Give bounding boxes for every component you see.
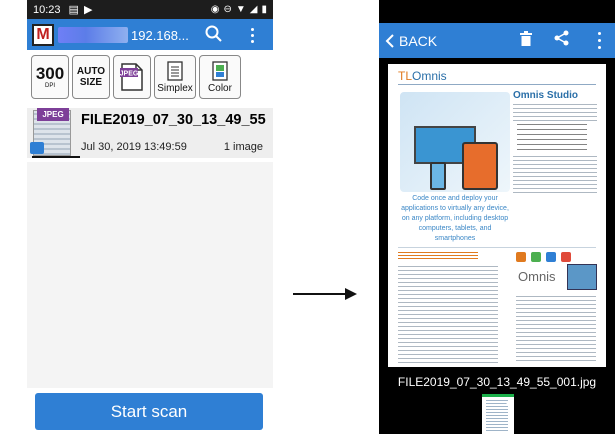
arrow-right-icon xyxy=(293,288,357,300)
overflow-menu-icon[interactable] xyxy=(596,32,602,49)
trash-icon[interactable] xyxy=(520,31,532,46)
status-time: 10:23 xyxy=(33,3,61,16)
overflow-menu-icon[interactable] xyxy=(247,25,257,45)
format-label: JPEG xyxy=(120,71,139,78)
page-number: 1 xyxy=(506,396,512,406)
scanned-document-preview: TLOmnis Omnis Studio Code once and deplo… xyxy=(388,64,606,367)
play-icon: ▶ xyxy=(83,4,93,16)
doc-rule xyxy=(398,84,596,85)
tablet-illustration xyxy=(462,142,498,190)
color-mode-button[interactable]: Color xyxy=(199,55,241,99)
annotation-line xyxy=(32,156,80,158)
dpi-unit: DPI xyxy=(44,83,55,89)
app-bar: M 192.168... xyxy=(27,19,273,50)
single-page-icon xyxy=(167,60,183,81)
status-bar: 10:23 ▤ ▶ ◉ ⊖ ▼ ◢ ▮ xyxy=(27,0,273,19)
scanner-address[interactable]: 192.168... xyxy=(58,25,189,45)
folder-icon xyxy=(30,142,44,154)
dnd-icon: ⊖ xyxy=(223,4,232,15)
doc-brand-name: Omnis xyxy=(412,69,447,83)
dpi-value: 300 xyxy=(35,64,65,83)
doc-body-text xyxy=(513,156,597,196)
color-page-icon xyxy=(212,60,228,81)
screenshot-stage: 10:23 ▤ ▶ ◉ ⊖ ▼ ◢ ▮ M 192.168... 300 DPI… xyxy=(0,0,615,434)
battery-icon: ▮ xyxy=(261,4,267,15)
start-scan-button[interactable]: Start scan xyxy=(35,393,263,430)
doc-left-column-text xyxy=(398,266,498,364)
doc-product-box xyxy=(567,264,597,290)
signal-icon: ◢ xyxy=(249,4,258,15)
scanned-file-item[interactable]: JPEG FILE2019_07_30_13_49_55 Jul 30, 201… xyxy=(27,108,273,158)
doc-brand: TLOmnis xyxy=(398,69,447,83)
file-name: FILE2019_07_30_13_49_55 xyxy=(81,112,266,128)
chevron-left-icon xyxy=(385,33,394,48)
scanner-address-text: 192.168... xyxy=(131,27,189,43)
file-date: Jul 30, 2019 13:49:59 xyxy=(81,141,187,153)
file-format-button[interactable]: JPEG xyxy=(113,55,151,99)
color-label: Color xyxy=(208,82,232,94)
doc-omnis-logo: Omnis xyxy=(518,269,556,284)
doc-icons-row xyxy=(516,252,596,264)
doc-rule-2 xyxy=(398,247,596,248)
sync-icon: ◉ xyxy=(210,4,220,15)
doc-brand-prefix: TL xyxy=(398,69,413,83)
jpeg-badge: JPEG xyxy=(37,108,69,121)
wifi-icon: ▼ xyxy=(235,4,246,15)
image-viewer-screen: BACK TLOmnis Omnis Studio Code once and … xyxy=(379,0,615,434)
doc-section-heading xyxy=(398,252,478,260)
image-count: 1 image xyxy=(223,141,263,153)
viewer-file-name: FILE2019_07_30_13_49_55_001.jpg xyxy=(397,375,597,389)
paper-size-button[interactable]: AUTO SIZE xyxy=(72,55,110,99)
auto-size-label: AUTO SIZE xyxy=(76,66,106,88)
back-button[interactable]: BACK xyxy=(385,33,437,49)
doc-bullet-list xyxy=(517,124,587,150)
status-icons: ◉ ⊖ ▼ ◢ ▮ xyxy=(211,4,267,15)
simplex-button[interactable]: Simplex xyxy=(154,55,196,99)
scan-settings-toolbar: 300 DPI AUTO SIZE JPEG Simplex Color xyxy=(27,55,273,103)
notification-icon: ▤ xyxy=(68,4,79,16)
doc-heading: Omnis Studio xyxy=(513,90,578,101)
devices-illustration xyxy=(400,92,510,192)
app-logo: M xyxy=(32,23,54,46)
phone-illustration xyxy=(430,162,446,190)
file-list-empty-area xyxy=(27,162,273,388)
scan-app-screen: 10:23 ▤ ▶ ◉ ⊖ ▼ ◢ ▮ M 192.168... 300 DPI… xyxy=(27,0,273,434)
jpeg-file-icon: JPEG xyxy=(120,63,143,91)
doc-intro-text xyxy=(513,104,597,122)
share-icon[interactable] xyxy=(554,30,570,46)
doc-tagline: Code once and deploy your applications t… xyxy=(401,195,509,242)
doc-right-column-text xyxy=(516,296,596,364)
viewer-app-bar: BACK xyxy=(379,23,615,58)
resolution-button[interactable]: 300 DPI xyxy=(31,55,69,99)
simplex-label: Simplex xyxy=(157,82,193,94)
redacted-address xyxy=(58,26,128,43)
back-label: BACK xyxy=(399,32,438,49)
search-icon[interactable] xyxy=(204,24,224,44)
